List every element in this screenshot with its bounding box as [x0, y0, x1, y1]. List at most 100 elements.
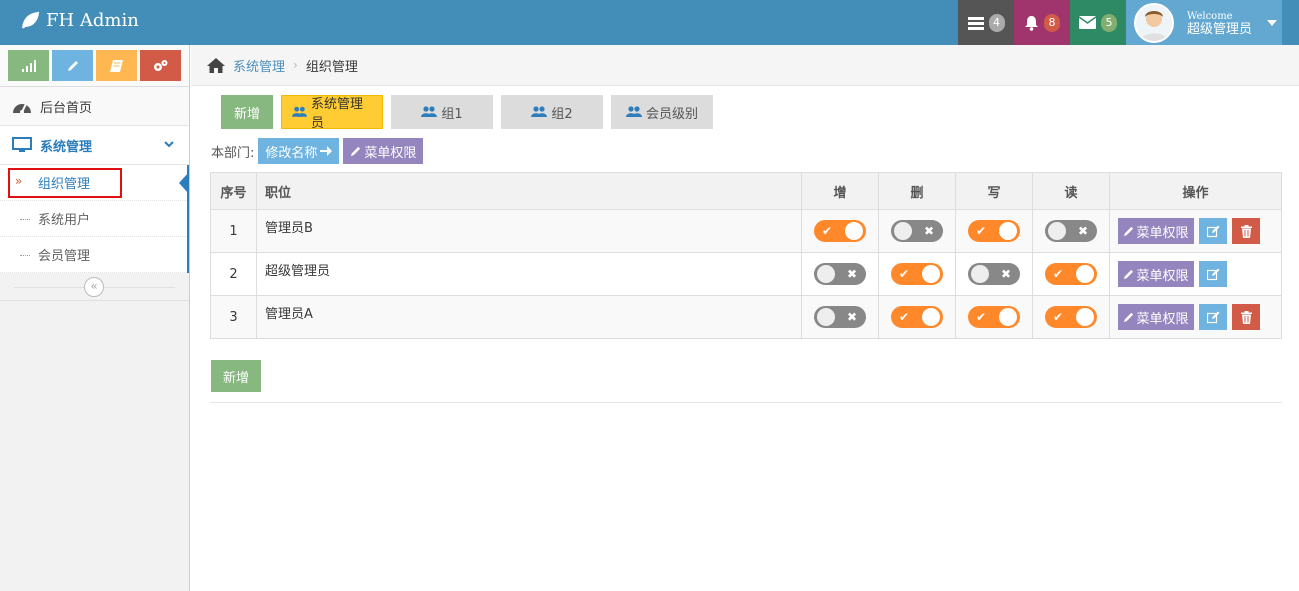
- check-icon: ✔: [899, 310, 910, 324]
- shortcut-signal-button[interactable]: [8, 50, 49, 81]
- header-write: 写: [955, 172, 1033, 210]
- rename-button-label: 修改名称: [265, 145, 318, 161]
- book-icon: [110, 59, 123, 72]
- edit-icon: [1206, 225, 1219, 237]
- x-icon: ✖: [1077, 224, 1088, 238]
- shortcut-book-button[interactable]: [96, 50, 137, 81]
- users-icon: [421, 106, 438, 117]
- brand[interactable]: FH Admin: [20, 10, 139, 31]
- shortcut-cogs-button[interactable]: [140, 50, 181, 81]
- row-actions: 菜单权限: [1109, 252, 1282, 296]
- users-icon: [292, 106, 308, 117]
- toggle-knob: [1076, 308, 1094, 326]
- users-icon: [625, 106, 642, 117]
- tasks-button[interactable]: 4: [958, 0, 1014, 45]
- header-position: 职位: [256, 172, 802, 210]
- tab-group-2[interactable]: 组2: [501, 95, 603, 129]
- navbar: FH Admin 4 8 5 Welcome 超级管理员: [0, 0, 1299, 45]
- row-position: 超级管理员: [256, 252, 802, 296]
- shortcut-pencil-button[interactable]: [52, 50, 93, 81]
- tab-group-1[interactable]: 组1: [391, 95, 493, 129]
- menu-perm-label: 菜单权限: [1136, 225, 1189, 241]
- toggle-delete[interactable]: ✔: [891, 263, 943, 285]
- edit-button[interactable]: [1199, 261, 1227, 287]
- table-row: 3 管理员A ✖ ✔ ✔ ✔ 菜单权限: [210, 295, 1282, 339]
- sidebar-item-system[interactable]: 系统管理: [0, 126, 189, 165]
- delete-button[interactable]: [1232, 218, 1260, 244]
- toggle-write[interactable]: ✔: [968, 220, 1020, 242]
- roles-table: 序号 职位 增 删 写 读 操作 1 管理员B ✔ ✖ ✔ ✖ 菜单权限 2 超级管理员 ✖ ✔ ✖ ✔…: [210, 172, 1282, 339]
- tasks-icon: [967, 16, 984, 30]
- sidebar-item-system-label: 系统管理: [40, 139, 93, 155]
- edit-icon: [1206, 311, 1219, 323]
- tab-group-3[interactable]: 会员级别: [611, 95, 713, 129]
- check-icon: ✔: [1053, 310, 1064, 324]
- sidebar-item-members[interactable]: 会员管理: [0, 237, 187, 273]
- pencil-icon: [1124, 312, 1134, 322]
- active-pointer: [179, 172, 189, 194]
- toggle-knob: [1048, 222, 1066, 240]
- add-role-button[interactable]: 新增: [211, 360, 261, 392]
- table-row: 2 超级管理员 ✖ ✔ ✖ ✔ 菜单权限: [210, 252, 1282, 296]
- breadcrumb-parent[interactable]: 系统管理: [233, 56, 285, 75]
- pencil-icon: [1124, 226, 1134, 236]
- department-menu-perm-label: 菜单权限: [364, 145, 417, 161]
- toggle-read[interactable]: ✔: [1045, 263, 1097, 285]
- breadcrumb: 系统管理 › 组织管理: [191, 45, 1299, 86]
- menu-perm-button[interactable]: 菜单权限: [1118, 261, 1194, 287]
- row-position: 管理员A: [256, 295, 802, 339]
- sidebar-item-org[interactable]: » 组织管理: [0, 165, 189, 201]
- menu-perm-button[interactable]: 菜单权限: [1118, 304, 1194, 330]
- user-welcome: Welcome: [1187, 10, 1233, 22]
- tab-group-0[interactable]: 系统管理员: [281, 95, 383, 131]
- caret-down-icon: [1267, 19, 1278, 26]
- toggle-delete[interactable]: ✔: [891, 306, 943, 328]
- sidebar-item-home[interactable]: 后台首页: [0, 87, 189, 126]
- perm-cell-delete: ✖: [878, 209, 956, 253]
- sidebar-shortcuts: [0, 45, 189, 87]
- toggle-add[interactable]: ✔: [814, 220, 866, 242]
- toggle-read[interactable]: ✔: [1045, 306, 1097, 328]
- trash-icon: [1240, 224, 1252, 238]
- header-read: 读: [1032, 172, 1110, 210]
- breadcrumb-separator-icon: ›: [293, 58, 298, 72]
- rename-button[interactable]: 修改名称: [258, 138, 340, 164]
- notifications-button[interactable]: 8: [1014, 0, 1070, 45]
- sidebar-item-users[interactable]: 系统用户: [0, 201, 187, 237]
- perm-cell-write: ✔: [955, 295, 1033, 339]
- table-header-row: 序号 职位 增 删 写 读 操作: [210, 172, 1282, 210]
- department-menu-perm-button[interactable]: 菜单权限: [343, 138, 424, 164]
- department-row: 本部门: 修改名称 菜单权限: [211, 138, 424, 164]
- menu-perm-button[interactable]: 菜单权限: [1118, 218, 1194, 244]
- pencil-icon: [67, 60, 78, 71]
- x-icon: ✖: [846, 267, 857, 281]
- edit-button[interactable]: [1199, 218, 1227, 244]
- delete-button[interactable]: [1232, 304, 1260, 330]
- toggle-write[interactable]: ✖: [968, 263, 1020, 285]
- notifications-badge: 8: [1044, 13, 1060, 32]
- toggle-add[interactable]: ✖: [814, 306, 866, 328]
- tab-group-3-label: 会员级别: [645, 106, 698, 122]
- add-group-button[interactable]: 新增: [221, 95, 273, 129]
- trash-icon: [1240, 310, 1252, 324]
- edit-button[interactable]: [1199, 304, 1227, 330]
- desktop-icon: [12, 137, 32, 152]
- toggle-read[interactable]: ✖: [1045, 220, 1097, 242]
- messages-button[interactable]: 5: [1070, 0, 1126, 45]
- check-icon: ✔: [976, 310, 987, 324]
- collapse-sidebar-button[interactable]: «: [84, 277, 104, 297]
- toggle-knob: [999, 222, 1017, 240]
- cogs-icon: [154, 60, 168, 71]
- user-menu[interactable]: Welcome 超级管理员: [1126, 0, 1282, 45]
- toggle-knob: [894, 222, 912, 240]
- perm-cell-add: ✖: [801, 295, 879, 339]
- toggle-delete[interactable]: ✖: [891, 220, 943, 242]
- toggle-knob: [817, 265, 835, 283]
- row-index: 1: [210, 209, 257, 253]
- toggle-add[interactable]: ✖: [814, 263, 866, 285]
- header-index: 序号: [210, 172, 257, 210]
- home-icon[interactable]: [207, 57, 225, 73]
- group-tabs: 新增 系统管理员 组1 组2 会员级别: [221, 95, 713, 131]
- toggle-write[interactable]: ✔: [968, 306, 1020, 328]
- toggle-knob: [999, 308, 1017, 326]
